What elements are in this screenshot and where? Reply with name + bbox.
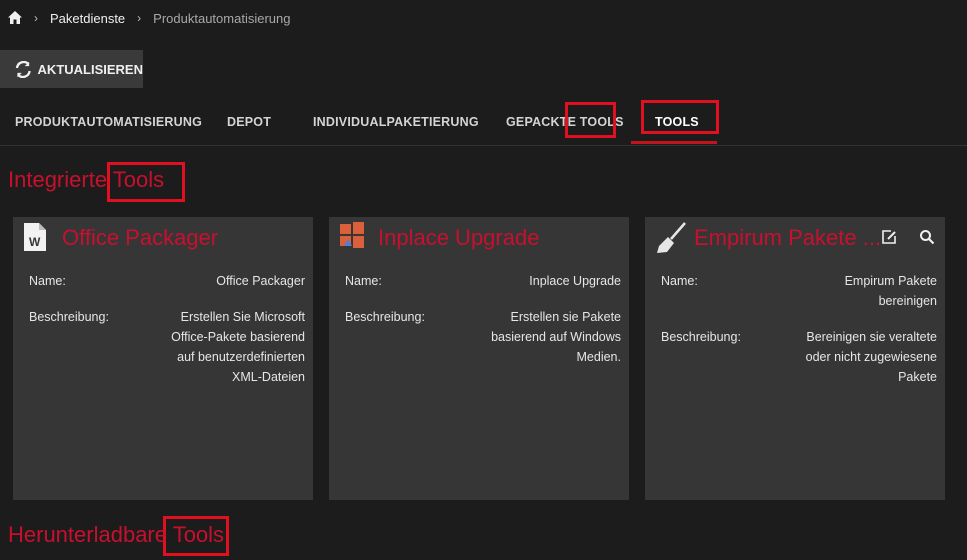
section-title-integrated: Integrierte Tools — [8, 167, 165, 192]
field-value: Erstellen sie Pakete basierend auf Windo… — [491, 310, 621, 364]
edit-icon[interactable] — [881, 229, 897, 245]
tab-depot[interactable]: DEPOT — [227, 100, 271, 144]
field-label: Beschreibung: — [29, 310, 109, 324]
card-actions — [881, 229, 935, 245]
field-value: Office Packager — [216, 274, 305, 288]
field-value: Erstellen Sie Microsoft Office-Pakete ba… — [171, 310, 305, 384]
tool-card-empirum-pakete[interactable]: Empirum Pakete ... Name: Empirum Pakete … — [645, 217, 945, 500]
breadcrumb: › Paketdienste › Produktautomatisierung — [8, 8, 290, 28]
card-title[interactable]: Inplace Upgrade — [378, 225, 539, 251]
svg-text:W: W — [29, 235, 41, 249]
card-title[interactable]: Empirum Pakete ... — [694, 225, 881, 251]
section-title-downloadable: Herunterladbare Tools — [8, 522, 225, 547]
field-label: Beschreibung: — [345, 310, 425, 324]
field-value: Inplace Upgrade — [529, 274, 621, 288]
card-title[interactable]: Office Packager — [62, 225, 218, 251]
home-icon[interactable] — [8, 11, 22, 25]
tab-individualpaketierung[interactable]: INDIVIDUALPAKETIERUNG — [313, 100, 479, 144]
tab-produktautomatisierung[interactable]: PRODUKTAUTOMATISIERUNG — [15, 100, 202, 144]
field-value: Bereinigen sie veraltete oder nicht zuge… — [805, 330, 937, 384]
search-icon[interactable] — [919, 229, 935, 245]
tool-card-inplace-upgrade[interactable]: Inplace Upgrade Name: Inplace Upgrade Be… — [329, 217, 629, 500]
breadcrumb-item-paketdienste[interactable]: Paketdienste — [50, 11, 125, 26]
tool-card-office-packager[interactable]: W Office Packager Name: Office Packager … — [13, 217, 313, 500]
field-label: Name: — [29, 274, 66, 288]
chevron-right-icon: › — [137, 11, 142, 25]
breadcrumb-item-current: Produktautomatisierung — [153, 10, 291, 26]
field-label: Name: — [661, 274, 698, 288]
refresh-icon — [15, 60, 31, 78]
active-tab-indicator — [631, 141, 717, 144]
field-label: Beschreibung: — [661, 330, 741, 344]
word-file-icon: W — [23, 222, 51, 254]
field-value: Empirum Pakete bereinigen — [844, 274, 937, 308]
broom-icon — [655, 222, 686, 254]
tab-tools[interactable]: TOOLS — [655, 100, 699, 144]
refresh-button[interactable]: AKTUALISIEREN — [0, 50, 143, 88]
field-label: Name: — [345, 274, 382, 288]
chevron-right-icon: › — [34, 11, 38, 25]
windows-upgrade-icon — [339, 222, 367, 254]
refresh-label: AKTUALISIEREN — [37, 61, 143, 77]
tab-gepackte-tools[interactable]: GEPACKTE TOOLS — [506, 100, 624, 144]
tab-bar: PRODUKTAUTOMATISIERUNG DEPOT INDIVIDUALP… — [0, 100, 967, 146]
